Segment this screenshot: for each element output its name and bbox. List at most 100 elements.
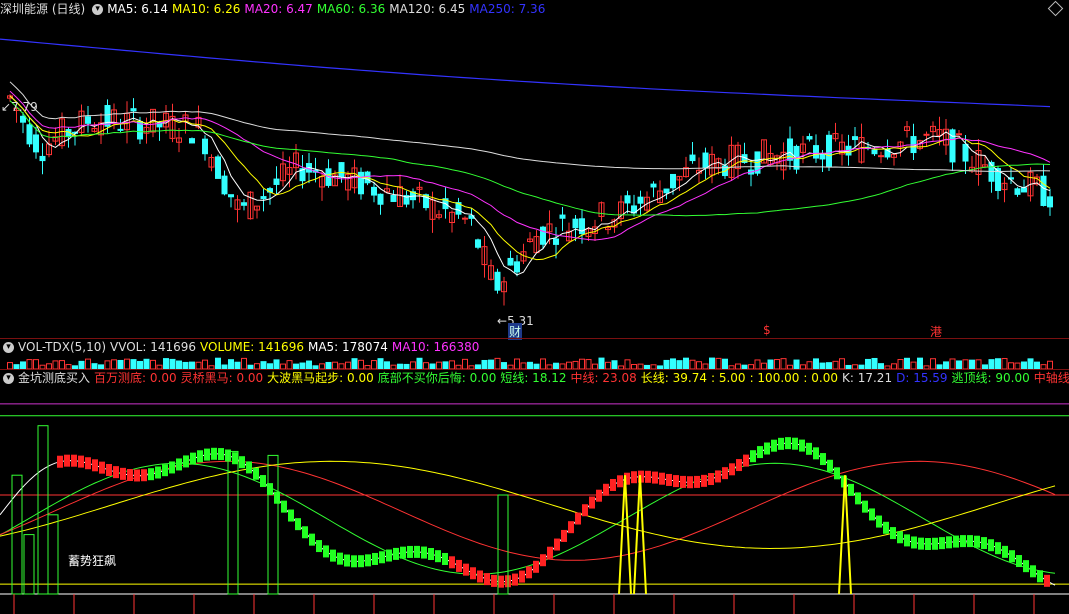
momentum-block — [435, 550, 441, 563]
momentum-block — [974, 535, 980, 548]
momentum-block — [344, 554, 350, 567]
candle-body — [663, 188, 670, 194]
momentum-block — [526, 566, 532, 579]
volume-bar — [897, 359, 904, 369]
momentum-block — [498, 575, 504, 588]
ma-legend-item: MA20: 6.47 — [244, 2, 313, 16]
candle-body — [494, 271, 501, 291]
momentum-block — [204, 448, 210, 461]
candle-body — [689, 154, 696, 162]
indicator-legend-item: 底部不买你后悔: 0.00 — [377, 371, 497, 385]
volume-bar — [176, 360, 182, 369]
volume-bar — [358, 359, 364, 369]
candle-body — [559, 214, 566, 219]
momentum-block — [617, 475, 623, 488]
volume-bar — [462, 358, 468, 369]
volume-bar — [59, 360, 65, 369]
volume-bar — [416, 357, 423, 369]
ma-legend-item: MA60: 6.36 — [316, 2, 386, 16]
candle-body — [260, 196, 267, 200]
vol-legend-bar: ▾ VOL-TDX(5,10) VVOL: 141696 VOLUME: 141696… — [0, 339, 1069, 355]
candle-body — [637, 196, 644, 204]
volume-bar — [1034, 361, 1040, 369]
volume-bar — [910, 361, 917, 369]
volume-bar — [494, 357, 501, 369]
candle-body — [117, 128, 124, 131]
ma-legend-item: MA120: 6.45 — [389, 2, 466, 16]
volume-bar — [917, 357, 923, 369]
chevron-down-icon[interactable]: ▾ — [3, 373, 14, 384]
candle-body — [553, 238, 559, 245]
stock-title[interactable]: 深圳能源 (日线) — [0, 2, 85, 16]
candle-body — [1014, 188, 1021, 195]
momentum-block — [953, 535, 959, 548]
ma-legend-item: MA5: 6.14 — [107, 2, 168, 16]
momentum-block — [85, 457, 91, 470]
volume-bar — [956, 360, 962, 369]
volume-bar — [1021, 361, 1027, 369]
signal-column — [23, 534, 35, 595]
indicator-legend-item: : 100.00 — [749, 371, 800, 385]
momentum-block — [316, 540, 322, 553]
momentum-block — [911, 536, 917, 549]
volume-bar — [904, 357, 910, 369]
signal-column — [267, 454, 279, 595]
momentum-block — [659, 472, 665, 485]
momentum-block — [232, 452, 238, 465]
momentum-block — [568, 521, 574, 534]
volume-bar — [969, 359, 975, 369]
momentum-block — [71, 454, 77, 467]
indicator-legend-item: 金坑测底买入 — [18, 371, 91, 385]
momentum-block — [631, 471, 637, 484]
momentum-block — [533, 560, 539, 573]
price-chart[interactable] — [0, 17, 1069, 339]
volume-bar — [930, 358, 936, 369]
candle-body — [202, 138, 208, 155]
momentum-block — [337, 552, 343, 565]
momentum-block — [421, 546, 427, 559]
candle-body — [871, 149, 878, 155]
volume-bar — [449, 360, 455, 369]
chevron-down-icon[interactable]: ▾ — [92, 4, 104, 15]
vol-legend: VOL-TDX(5,10) VVOL: 141696 VOLUME: 141696 M… — [18, 340, 483, 354]
momentum-block — [596, 489, 602, 502]
volume-bar — [202, 359, 208, 369]
volume-bar — [442, 361, 449, 369]
momentum-block — [323, 545, 329, 558]
volume-bar — [767, 359, 774, 369]
indicator-legend-item: : 0.00 — [803, 371, 838, 385]
volume-bar — [273, 359, 280, 369]
volume-bar — [345, 361, 351, 369]
momentum-block — [470, 567, 476, 580]
vol-legend-item: MA10: 166380 — [391, 340, 480, 354]
buy-spike — [633, 475, 647, 595]
candle-body — [806, 136, 813, 140]
event-marker-dollar[interactable]: $ — [763, 323, 771, 337]
indicator-overlay-text: 蓄势狂飙 — [68, 554, 117, 568]
volume-bar — [143, 358, 150, 369]
indicator-chart[interactable] — [0, 386, 1069, 614]
momentum-block — [120, 467, 126, 480]
momentum-block — [1009, 550, 1015, 563]
volume-chart[interactable] — [0, 355, 1069, 369]
momentum-block — [554, 538, 560, 551]
volume-bar — [332, 361, 338, 369]
momentum-block — [932, 537, 938, 550]
candle-body — [956, 133, 962, 136]
momentum-block — [582, 504, 588, 517]
momentum-block — [288, 509, 294, 522]
momentum-block — [400, 546, 406, 559]
volume-bar — [683, 357, 689, 369]
volume-bar — [33, 359, 39, 369]
candle-body — [540, 226, 546, 245]
chevron-down-icon[interactable]: ▾ — [3, 342, 14, 353]
indicator-legend-item: 短线: 18.12 — [500, 371, 567, 385]
momentum-block — [792, 437, 798, 450]
volume-bar — [598, 357, 605, 369]
ma-legend: MA5: 6.14 MA10: 6.26 MA20: 6.47 MA60: 6.36 M… — [107, 2, 549, 16]
momentum-block — [78, 455, 84, 468]
volume-bar — [488, 359, 494, 369]
momentum-block — [351, 555, 357, 568]
volume-bar — [696, 361, 702, 369]
volume-bar — [839, 358, 845, 369]
